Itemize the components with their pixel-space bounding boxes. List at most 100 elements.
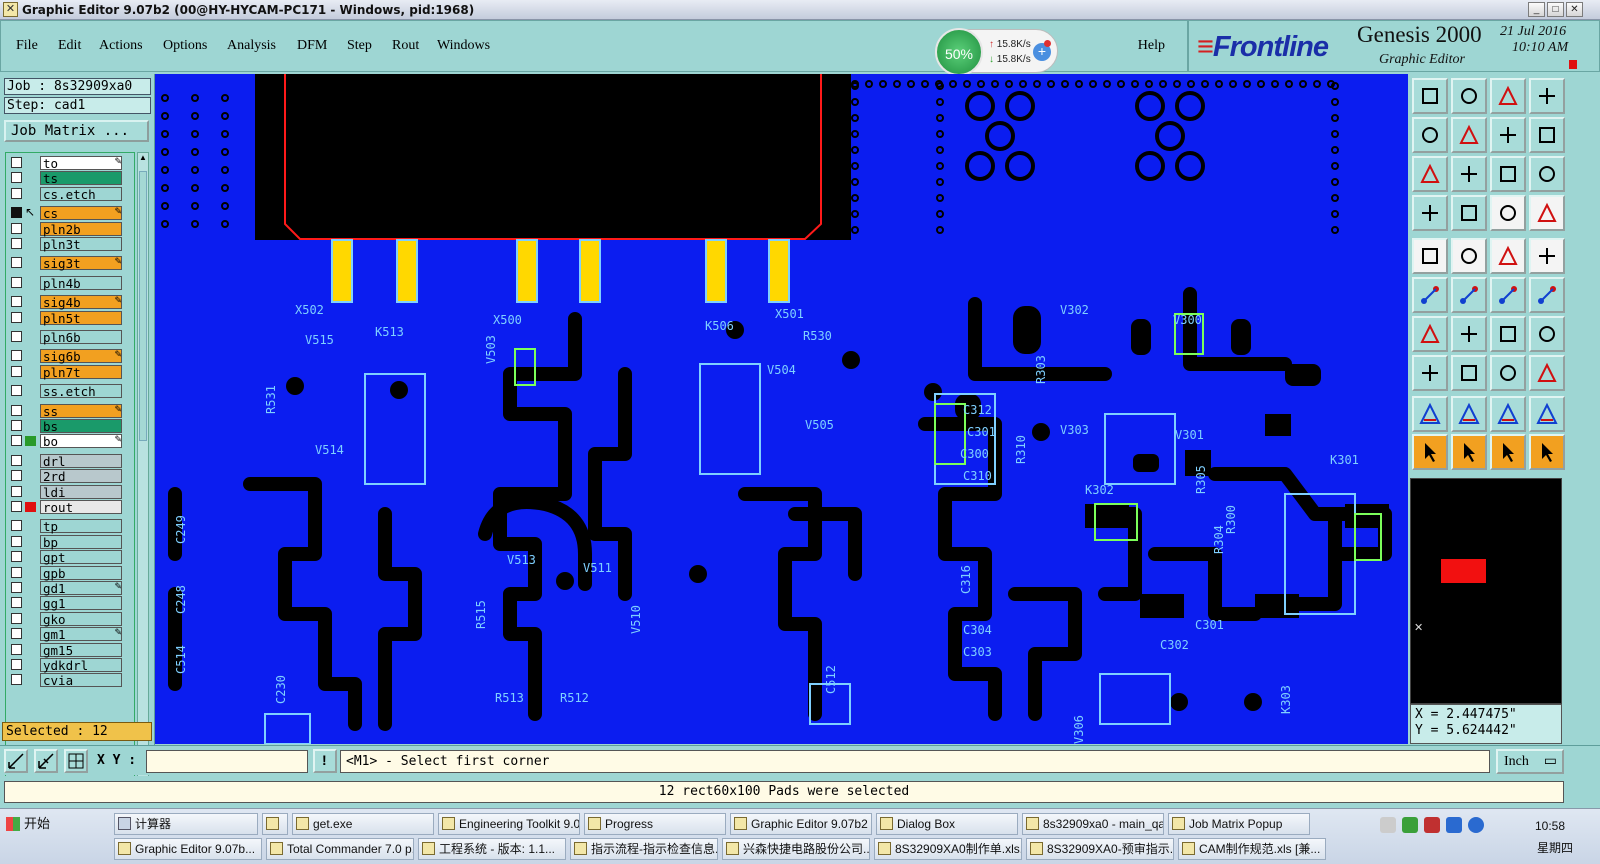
layer-name[interactable]: bp <box>40 534 122 549</box>
layer-row-ldi[interactable]: ldi <box>6 484 134 499</box>
layer-name[interactable]: pln6b <box>40 330 122 345</box>
layer-row-ss[interactable]: ss ✎ <box>6 403 134 418</box>
scroll-up-icon[interactable]: ▲ <box>138 153 148 167</box>
layer-checkbox[interactable] <box>11 582 22 593</box>
layer-row-gpt[interactable]: gpt <box>6 550 134 565</box>
grid-tool-button[interactable] <box>1451 195 1487 231</box>
layer-name[interactable]: gpb <box>40 565 122 580</box>
sigma-tool-button[interactable] <box>1529 117 1565 153</box>
tray-app-icon[interactable] <box>1446 817 1462 833</box>
layer-checkbox[interactable] <box>11 659 22 670</box>
layer-checkbox[interactable] <box>11 420 22 431</box>
layer-row-cs[interactable]: ↖ cs ✎ <box>6 205 134 221</box>
layer-checkbox[interactable] <box>11 612 22 624</box>
layer-name[interactable]: cs <box>40 206 122 221</box>
layer-row-cvia[interactable]: cvia <box>6 673 134 688</box>
layer-checkbox[interactable] <box>11 674 22 686</box>
layer-checkbox[interactable] <box>11 257 22 269</box>
layer-name[interactable]: ldi <box>40 484 122 499</box>
pointer-select-tool-button[interactable] <box>1490 434 1526 470</box>
pan-left-tool-button[interactable] <box>1412 117 1448 153</box>
menu-rout[interactable]: Rout <box>392 38 419 54</box>
pointer-alt-tool-button[interactable] <box>1451 434 1487 470</box>
layer-checkbox[interactable] <box>11 628 22 640</box>
ruler-tool-button[interactable] <box>1490 238 1526 274</box>
layer-checkbox[interactable] <box>11 331 22 342</box>
layer-name[interactable]: gko <box>40 611 122 626</box>
layer-row-ydkdrl[interactable]: ydkdrl <box>6 658 134 673</box>
layer-checkbox[interactable] <box>11 643 22 655</box>
job-matrix-button[interactable]: Job Matrix ... <box>4 120 149 142</box>
layer-row-drl[interactable]: drl <box>6 453 134 468</box>
graphic-canvas[interactable]: X502 V515 K513 X500 V503 K506 X501 R530 V504 V505… <box>155 74 1408 744</box>
layer-name[interactable]: pln7t <box>40 364 122 379</box>
layer-checkbox[interactable] <box>11 454 22 466</box>
layer-row-pln6b[interactable]: pln6b <box>6 330 134 345</box>
layer-row-pln7t[interactable]: pln7t <box>6 364 134 379</box>
connector-body[interactable] <box>255 74 851 240</box>
layer-checkbox[interactable] <box>11 296 22 308</box>
tray-security-icon[interactable] <box>1424 817 1440 833</box>
layer-name[interactable]: pln3t <box>40 237 122 252</box>
menu-options[interactable]: Options <box>163 38 207 54</box>
layer-row-sig4b[interactable]: sig4b ✎ <box>6 295 134 310</box>
taskbar-button[interactable]: 8S32909XA0-预审指示... <box>1026 838 1174 860</box>
taskbar-button[interactable]: 指示流程-指示检查信息... <box>570 838 718 860</box>
layer-row-gg1[interactable]: gg1 <box>6 596 134 611</box>
menu-help[interactable]: Help <box>1138 38 1165 54</box>
layer-color-swatch[interactable] <box>25 502 36 512</box>
layer-name[interactable]: pln5t <box>40 310 122 325</box>
clock-time[interactable]: 10:58 <box>1535 819 1565 833</box>
taskbar-button[interactable]: 计算器 <box>114 813 258 835</box>
arc-tool-button[interactable] <box>1490 316 1526 352</box>
pad-tool-button[interactable] <box>1412 238 1448 274</box>
layer-checkbox[interactable] <box>11 385 22 397</box>
layer-row-2rd[interactable]: 2rd <box>6 469 134 484</box>
layer-name[interactable]: gg1 <box>40 596 122 611</box>
point-pair-tool-button[interactable] <box>1529 277 1565 313</box>
layer-name[interactable]: sig6b <box>40 349 122 364</box>
layer-row-rout[interactable]: rout <box>6 500 134 515</box>
polygon-tool-button[interactable] <box>1451 238 1487 274</box>
layer-name[interactable]: rout <box>40 500 122 515</box>
layer-name[interactable]: bo <box>40 434 122 449</box>
layer-checkbox[interactable] <box>11 157 22 168</box>
layer-color-swatch[interactable] <box>25 436 36 447</box>
ratio-tool-button[interactable] <box>1490 156 1526 192</box>
taskbar-button[interactable]: Graphic Editor 9.07b... <box>114 838 262 860</box>
layer-row-gpb[interactable]: gpb <box>6 565 134 580</box>
layer-row-gm15[interactable]: gm15 <box>6 642 134 657</box>
layer-checkbox[interactable] <box>11 187 22 199</box>
minimize-button[interactable]: _ <box>1528 2 1545 17</box>
house-tool-button[interactable] <box>1490 78 1526 114</box>
layer-checkbox[interactable] <box>11 222 22 234</box>
home-down-tool-button[interactable] <box>1451 78 1487 114</box>
taskbar-button[interactable]: Dialog Box <box>876 813 1018 835</box>
triangle-d-tool-button[interactable] <box>1529 396 1565 432</box>
layer-checkbox[interactable] <box>11 435 22 447</box>
home-up-tool-button[interactable] <box>1412 78 1448 114</box>
layer-name[interactable]: gpt <box>40 550 122 565</box>
close-button[interactable]: ✕ <box>1566 2 1583 17</box>
tray-bluetooth-icon[interactable] <box>1468 817 1484 833</box>
layer-checkbox[interactable] <box>11 172 22 184</box>
cross-tool-button[interactable] <box>1451 277 1487 313</box>
layer-name[interactable]: bs <box>40 419 122 434</box>
menu-analysis[interactable]: Analysis <box>227 38 276 54</box>
view-rectangle[interactable] <box>1441 559 1486 583</box>
layer-compare-tool-button[interactable] <box>1490 195 1526 231</box>
taskbar-button[interactable]: Total Commander 7.0 p... <box>266 838 414 860</box>
layer-name[interactable]: pln4b <box>40 275 122 290</box>
line-draw-tool-button[interactable] <box>1451 316 1487 352</box>
network-speed-widget[interactable]: 50% ↑ 15.8K/s ↓ 15.8K/s + <box>935 28 1058 76</box>
layer-row-pln4b[interactable]: pln4b <box>6 275 134 290</box>
measure-tool-button[interactable] <box>34 749 58 773</box>
layer-row-to[interactable]: to ✎ <box>6 156 134 171</box>
menu-file[interactable]: File <box>16 38 38 54</box>
circle-tool-button[interactable] <box>1529 238 1565 274</box>
pointer-tool-button[interactable] <box>1412 434 1448 470</box>
layer-row-tp[interactable]: tp <box>6 519 134 534</box>
select-line-tool-button[interactable] <box>1451 355 1487 391</box>
layer-checkbox[interactable] <box>11 566 22 578</box>
snap-tool-button[interactable] <box>64 749 88 773</box>
